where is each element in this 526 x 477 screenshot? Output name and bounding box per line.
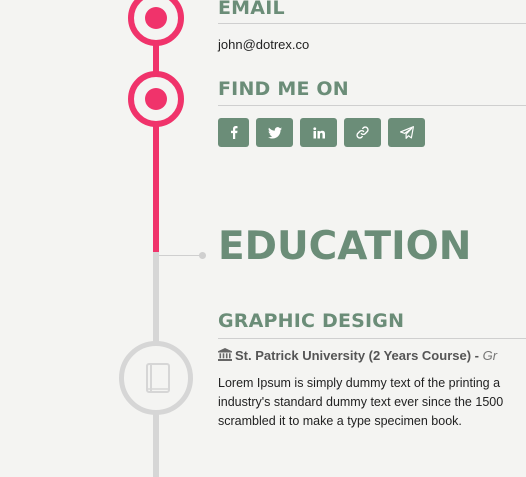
education-item-title: GRAPHIC DESIGN [218,310,405,332]
institution-icon [218,348,232,361]
social-links [218,118,425,147]
twitter-button[interactable] [256,118,293,147]
email-heading: EMAIL [218,0,285,19]
description-line: Lorem Ipsum is simply dummy text of the … [218,376,501,390]
divider [218,105,526,106]
education-heading: EDUCATION [218,224,472,269]
telegram-icon [399,126,414,139]
timeline-connector [159,255,201,256]
facebook-button[interactable] [218,118,249,147]
linkedin-icon [312,126,325,138]
education-item-institution-line: St. Patrick University (2 Years Course) … [218,348,497,363]
institution-name: St. Patrick University (2 Years Course) [235,348,472,363]
timeline-node-education [119,341,193,415]
education-period: Gr [482,348,498,363]
link-icon [356,126,369,139]
separator: - [474,348,480,363]
timeline-connector-dot [199,252,206,259]
timeline-dot [145,7,167,29]
linkedin-button[interactable] [300,118,337,147]
resume-page: EMAIL john@dotrex.co FIND ME ON EDUCATIO… [0,0,526,477]
timeline-node-social [128,71,184,127]
divider [218,23,526,24]
twitter-icon [267,126,282,139]
email-value[interactable]: john@dotrex.co [218,37,309,52]
find-me-heading: FIND ME ON [218,78,349,100]
description-line: industry's standard dummy text ever sinc… [218,395,504,409]
divider [218,338,526,339]
telegram-button[interactable] [388,118,425,147]
timeline-dot [145,88,167,110]
timeline-node-email [128,0,184,46]
education-item-description: Lorem Ipsum is simply dummy text of the … [218,374,526,431]
facebook-icon [230,126,237,139]
book-icon [146,363,170,393]
link-button[interactable] [344,118,381,147]
description-line: scrambled it to make a type specimen boo… [218,414,462,428]
